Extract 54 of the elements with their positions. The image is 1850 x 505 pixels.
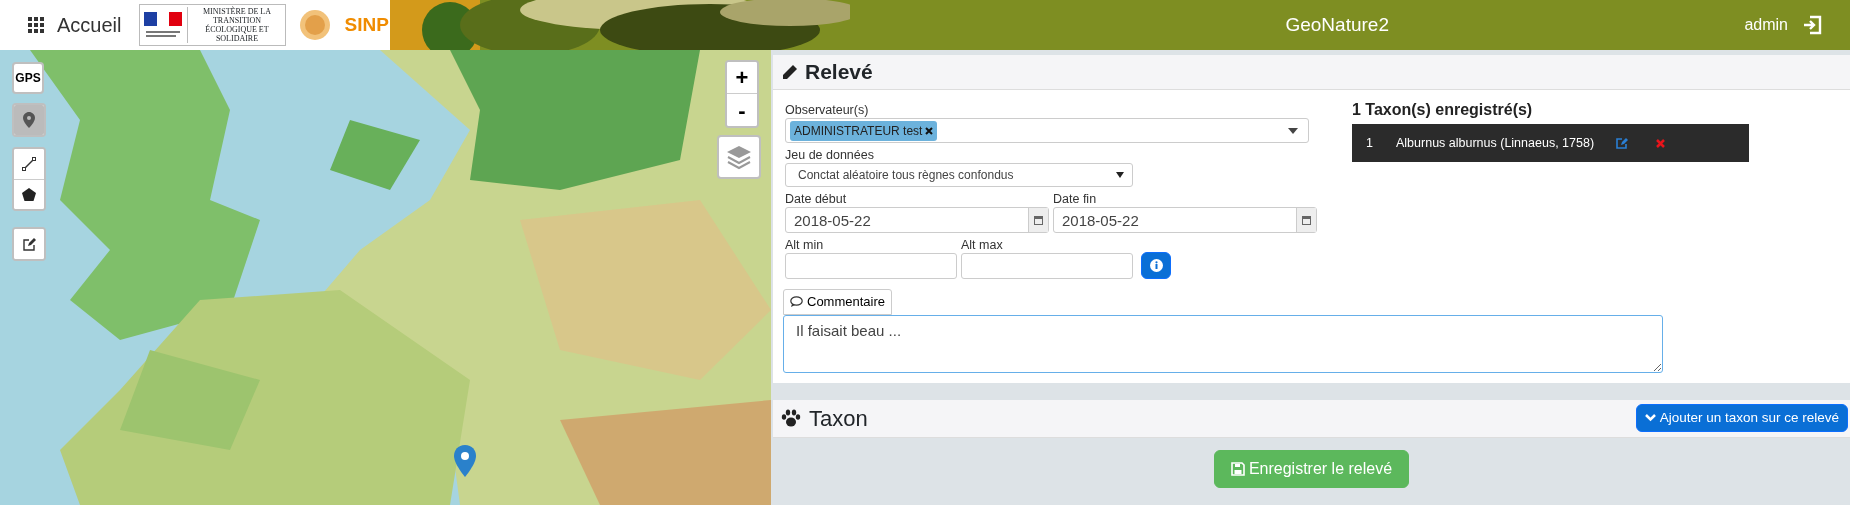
emblem-icon — [298, 8, 333, 42]
ministry-logo: MINISTÈRE DE LA TRANSITION ÉCOLOGIQUE ET SOLIDAIRE — [139, 4, 287, 46]
info-button[interactable] — [1141, 252, 1171, 279]
comment-button[interactable]: Commentaire — [783, 289, 893, 315]
calendar-icon — [1034, 215, 1043, 225]
section-title: Taxon — [809, 404, 868, 433]
speech-bubble-icon — [790, 296, 803, 308]
field-label: Alt max — [961, 237, 1004, 253]
zoom-in-button[interactable]: + — [727, 62, 757, 94]
field-label: Alt min — [785, 237, 825, 253]
gps-button[interactable]: GPS — [12, 62, 44, 94]
marker-icon — [23, 112, 35, 128]
observer-tag: ADMINISTRATEUR test — [790, 121, 938, 142]
apps-grid-icon[interactable] — [28, 16, 45, 34]
date-field[interactable]: 2018-05-22 — [1053, 207, 1317, 233]
add-taxon-button[interactable]: Ajouter un taxon sur ce relevé — [1635, 403, 1848, 433]
edit-icon — [22, 237, 36, 251]
input-field[interactable] — [961, 253, 1133, 279]
delete-icon[interactable] — [1656, 138, 1666, 148]
layers-icon — [725, 144, 753, 170]
field-label: Observateur(s) — [785, 102, 870, 118]
comment-field[interactable]: Il faisait beau ... — [783, 314, 1663, 373]
caret-icon — [1288, 127, 1298, 134]
home-link[interactable]: Accueil — [57, 10, 122, 40]
taxon-name: Alburnus alburnus (Linnaeus, 1758) — [1396, 134, 1595, 152]
pencil-icon — [781, 63, 799, 81]
info-icon — [1149, 259, 1163, 272]
row-number: 1 — [1366, 134, 1374, 152]
field-label: Jeu de données — [785, 147, 875, 163]
marker-tool-button[interactable] — [14, 105, 44, 135]
polygon-tool-button[interactable] — [14, 179, 44, 209]
paw-icon — [781, 409, 801, 427]
date-field[interactable]: 2018-05-22 — [785, 207, 1049, 233]
sinp-logo: SINP — [344, 12, 389, 37]
chevron-down-icon — [1644, 414, 1656, 422]
logout-icon[interactable] — [1802, 15, 1822, 35]
layers-button[interactable] — [717, 135, 761, 179]
calendar-icon — [1302, 215, 1311, 225]
line-icon — [22, 157, 36, 171]
section-title: Relevé — [805, 59, 873, 85]
polygon-icon — [22, 188, 36, 201]
dataset-select[interactable]: Conctat aléatoire tous règnes confondus — [785, 163, 1133, 187]
field-label: Date début — [785, 191, 848, 207]
edit-icon[interactable] — [1616, 137, 1629, 149]
field-label: Date fin — [1053, 191, 1098, 207]
user-name: admin — [1744, 15, 1788, 35]
remove-icon[interactable] — [925, 127, 934, 136]
input-field[interactable] — [785, 253, 957, 279]
caret-icon — [1116, 172, 1124, 178]
app-title: GeoNature2 — [1284, 12, 1390, 37]
location-pin-icon — [453, 444, 477, 478]
observer-select[interactable]: ADMINISTRATEUR test — [785, 118, 1309, 143]
edit-tool-button[interactable] — [14, 229, 44, 259]
list-title: 1 Taxon(s) enregistré(s) — [1352, 100, 1534, 120]
